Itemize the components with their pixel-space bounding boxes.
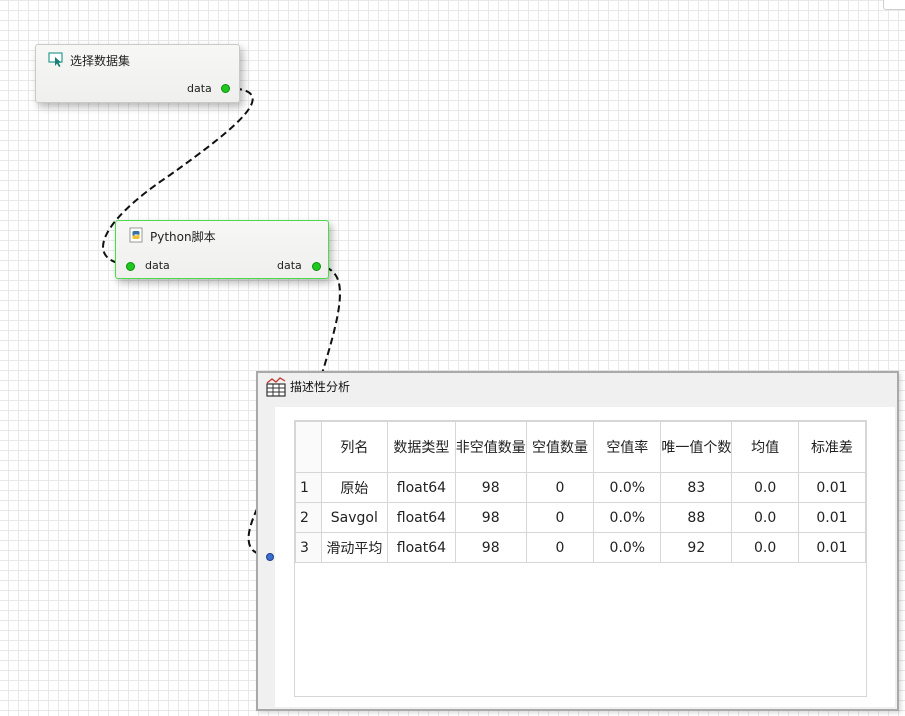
column-header[interactable]: 标准差 xyxy=(797,421,866,473)
panel-content: 列名 数据类型 非空值数量 空值数量 空值率 唯一值个数 均值 标准差 1 原始 xyxy=(275,407,895,707)
node-title: Python脚本 xyxy=(150,230,216,244)
row-index: 3 xyxy=(295,532,322,563)
stats-table: 列名 数据类型 非空值数量 空值数量 空值率 唯一值个数 均值 标准差 1 原始 xyxy=(295,421,866,563)
input-port[interactable] xyxy=(126,262,135,271)
table-cell: float64 xyxy=(387,472,456,503)
output-port[interactable] xyxy=(221,84,230,93)
table-row[interactable]: 2 Savgol float64 98 0 0.0% 88 0.0 0.01 xyxy=(295,502,866,533)
select-dataset-node[interactable]: 选择数据集 data xyxy=(35,44,240,103)
descriptive-analysis-panel[interactable]: 描述性分析 列名 数据类型 非空值数量 空值数量 空值率 唯一值个数 均值 标准… xyxy=(256,371,899,711)
corner-cell xyxy=(295,421,322,473)
table-cell: Savgol xyxy=(320,502,389,533)
table-cell: 83 xyxy=(660,472,733,503)
table-cell: float64 xyxy=(387,532,456,563)
table-cell: 0.01 xyxy=(797,502,866,533)
table-row[interactable]: 1 原始 float64 98 0 0.0% 83 0.0 0.01 xyxy=(295,472,866,503)
table-header-row: 列名 数据类型 非空值数量 空值数量 空值率 唯一值个数 均值 标准差 xyxy=(295,421,866,473)
table-cell: 0.0 xyxy=(731,502,799,533)
table-cell: 0 xyxy=(525,532,595,563)
table-cell: 0.01 xyxy=(797,472,866,503)
input-port[interactable] xyxy=(266,553,274,561)
input-port-label: data xyxy=(145,259,170,272)
table-cell: 98 xyxy=(454,502,527,533)
python-script-node[interactable]: Python脚本 data data xyxy=(115,220,329,279)
output-port-label: data xyxy=(187,82,212,95)
table-cell: 98 xyxy=(454,472,527,503)
table-cell: 0.0% xyxy=(593,502,662,533)
table-cell: 0.0 xyxy=(731,472,799,503)
column-header[interactable]: 数据类型 xyxy=(387,421,456,473)
table-cell: 0 xyxy=(525,472,595,503)
row-index: 1 xyxy=(295,472,322,503)
table-row[interactable]: 3 滑动平均 float64 98 0 0.0% 92 0.0 0.01 xyxy=(295,532,866,563)
python-icon xyxy=(129,227,143,243)
bar-chart-table-icon xyxy=(266,377,286,397)
table-cell: 98 xyxy=(454,532,527,563)
column-header[interactable]: 唯一值个数 xyxy=(660,421,733,473)
table-cell: 0.01 xyxy=(797,532,866,563)
table-cell: 88 xyxy=(660,502,733,533)
table-cell: 滑动平均 xyxy=(320,532,389,563)
table-cell: float64 xyxy=(387,502,456,533)
column-header[interactable]: 空值数量 xyxy=(525,421,595,473)
table-cell: 0.0 xyxy=(731,532,799,563)
column-header[interactable]: 非空值数量 xyxy=(454,421,527,473)
cursor-select-icon xyxy=(48,52,63,67)
table-cell: 0.0% xyxy=(593,472,662,503)
output-port-label: data xyxy=(277,259,302,272)
table-cell: 0 xyxy=(525,502,595,533)
column-header[interactable]: 列名 xyxy=(320,421,389,473)
column-header[interactable]: 均值 xyxy=(731,421,799,473)
panel-title: 描述性分析 xyxy=(290,380,351,394)
window-corner-box xyxy=(883,0,905,10)
column-header[interactable]: 空值率 xyxy=(593,421,662,473)
table-cell: 92 xyxy=(660,532,733,563)
output-port[interactable] xyxy=(312,262,321,271)
table-cell: 原始 xyxy=(320,472,389,503)
stats-table-area[interactable]: 列名 数据类型 非空值数量 空值数量 空值率 唯一值个数 均值 标准差 1 原始 xyxy=(294,420,867,697)
row-index: 2 xyxy=(295,502,322,533)
node-title: 选择数据集 xyxy=(70,54,131,68)
table-cell: 0.0% xyxy=(593,532,662,563)
